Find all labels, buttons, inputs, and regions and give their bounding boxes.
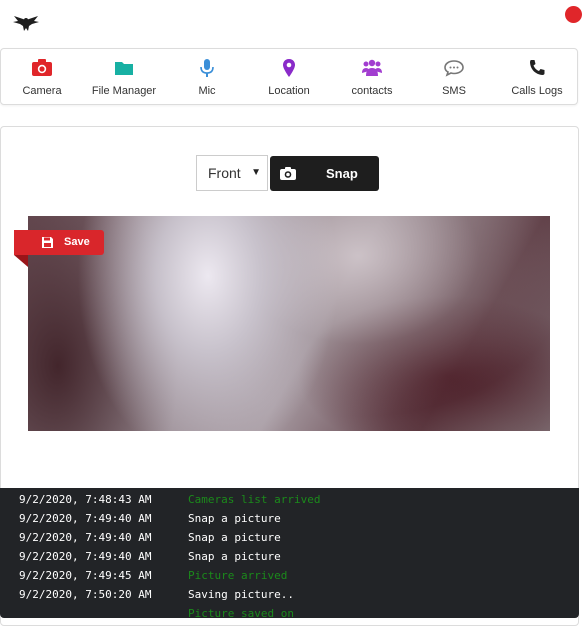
log-message: Snap a picture bbox=[188, 531, 281, 544]
log-timestamp: 9/2/2020, 7:49:40 AM bbox=[19, 512, 152, 525]
log-message: Picture arrived bbox=[188, 569, 288, 582]
nav-mic[interactable]: Mic bbox=[166, 49, 248, 106]
log-message: Saving picture.. bbox=[188, 588, 294, 601]
log-timestamp: 9/2/2020, 7:49:40 AM bbox=[19, 531, 152, 544]
folder-icon bbox=[115, 62, 133, 75]
users-icon bbox=[362, 59, 382, 76]
nav-contacts[interactable]: contacts bbox=[331, 49, 413, 106]
chat-icon bbox=[444, 60, 464, 77]
log-timestamp: 9/2/2020, 7:49:45 AM bbox=[19, 569, 152, 582]
log-message: Snap a picture bbox=[188, 512, 281, 525]
camera-icon bbox=[32, 59, 52, 76]
dropdown-arrow-icon: ▼ bbox=[251, 167, 261, 178]
log-message: Cameras list arrived bbox=[188, 493, 321, 506]
log-timestamp: 9/2/2020, 7:48:43 AM bbox=[19, 493, 152, 506]
log-timestamp: 9/2/2020, 7:50:20 AM bbox=[19, 588, 152, 601]
nav-location[interactable]: Location bbox=[248, 49, 330, 106]
nav-label: SMS bbox=[442, 85, 466, 97]
nav-label: File Manager bbox=[91, 85, 157, 97]
nav-sms[interactable]: SMS bbox=[413, 49, 495, 106]
snap-button-label: Snap bbox=[326, 166, 358, 181]
log-console[interactable]: 9/2/2020, 7:48:43 AM Cameras list arrive… bbox=[0, 488, 579, 618]
save-button-label: Save bbox=[64, 236, 90, 248]
camera-preview-image bbox=[28, 216, 550, 431]
camera-select-value: Front bbox=[208, 165, 241, 181]
nav-label: Camera bbox=[22, 85, 62, 97]
snap-button[interactable]: Snap bbox=[270, 156, 379, 191]
eagle-logo-icon bbox=[13, 16, 39, 31]
log-message: Picture saved on bbox=[188, 607, 294, 618]
log-message: Snap a picture bbox=[188, 550, 281, 563]
nav-camera[interactable]: Camera bbox=[1, 49, 83, 106]
phone-icon bbox=[530, 60, 545, 75]
connection-status-dot bbox=[565, 6, 582, 23]
nav-label: contacts bbox=[351, 85, 393, 97]
nav-file-manager[interactable]: File Manager bbox=[83, 49, 165, 106]
nav-calls-logs[interactable]: Calls Logs bbox=[496, 49, 578, 106]
floppy-disk-icon bbox=[42, 237, 53, 248]
ribbon-fold bbox=[14, 255, 28, 267]
feature-navbar: Camera File Manager Mic Location contact… bbox=[0, 48, 578, 105]
camera-select[interactable]: Front ▼ bbox=[196, 155, 268, 191]
microphone-icon bbox=[200, 59, 214, 77]
save-button[interactable]: Save bbox=[14, 230, 104, 255]
nav-label: Location bbox=[268, 85, 310, 97]
map-pin-icon bbox=[283, 59, 295, 77]
log-timestamp: 9/2/2020, 7:49:40 AM bbox=[19, 550, 152, 563]
nav-label: Calls Logs bbox=[511, 85, 563, 97]
nav-label: Mic bbox=[198, 85, 216, 97]
camera-icon bbox=[280, 167, 296, 180]
